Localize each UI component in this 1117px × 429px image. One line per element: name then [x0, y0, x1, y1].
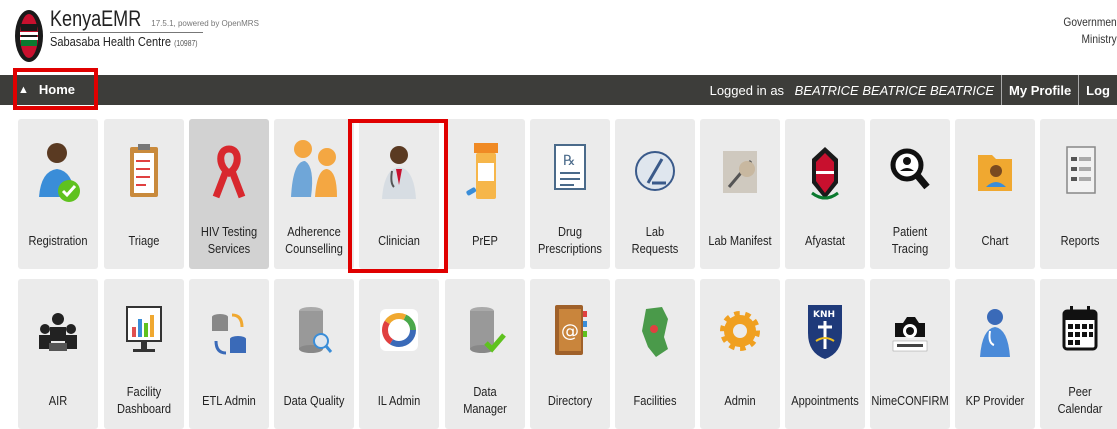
version-text: 17.5.1, powered by OpenMRS: [151, 19, 259, 28]
app-label: KP Provider: [965, 392, 1025, 408]
header: KenyaEMR 17.5.1, powered by OpenMRS Sabas…: [0, 0, 1117, 75]
app-label: ETL Admin: [202, 392, 256, 408]
app-tile-chart[interactable]: Chart: [955, 119, 1035, 269]
app-tile-lab-requests[interactable]: Lab Requests: [615, 119, 695, 269]
app-label: Facility Dashboard: [116, 384, 172, 416]
app-tile-data-quality[interactable]: Data Quality: [274, 279, 354, 429]
app-tile-appointments[interactable]: KNH Appointments: [785, 279, 865, 429]
database-check-icon: [462, 297, 508, 371]
app-tile-admin[interactable]: Admin: [700, 279, 780, 429]
calendar-icon: [1057, 297, 1103, 371]
app-label: Adherence Counselling: [285, 224, 343, 256]
app-label: PrEP: [472, 232, 498, 248]
kenya-shield-logo-icon[interactable]: [14, 8, 44, 64]
report-icon: [1057, 137, 1103, 211]
app-tile-facility-dashboard[interactable]: Facility Dashboard: [104, 279, 184, 429]
app-label: Triage: [128, 232, 160, 248]
highlight-box-home: [13, 68, 98, 110]
app-label: Admin: [724, 392, 756, 408]
app-label: Peer Calendar: [1057, 384, 1103, 416]
app-tile-directory[interactable]: @ Directory: [530, 279, 610, 429]
shield-icon: [802, 137, 848, 211]
clipboard-icon: [121, 137, 167, 211]
provider-icon: [972, 297, 1018, 371]
facility-code: (10987): [174, 39, 198, 48]
app-label: Lab Requests: [631, 224, 679, 256]
camera-icon: [887, 297, 933, 371]
app-label: Drug Prescriptions: [538, 224, 602, 256]
app-label: Patient Tracing: [891, 224, 929, 256]
top-navbar: ▲ Home Logged in as BEATRICE BEATRICE BE…: [0, 75, 1117, 105]
app-tile-afyastat[interactable]: Afyastat: [785, 119, 865, 269]
app-tile-hiv-testing-services[interactable]: HIV Testing Services: [189, 119, 269, 269]
gear-icon: [717, 297, 763, 371]
il-icon: [376, 297, 422, 371]
app-label: Data Manager: [463, 384, 507, 416]
app-tile-triage[interactable]: Triage: [104, 119, 184, 269]
ribbon-icon: [206, 137, 252, 211]
svg-text:@: @: [561, 321, 579, 342]
map-icon: [632, 297, 678, 371]
app-tile-reports[interactable]: Reports: [1040, 119, 1117, 269]
app-label: Afyastat: [805, 232, 845, 248]
folder-icon: [972, 137, 1018, 211]
app-label: Registration: [28, 232, 88, 248]
app-label: Appointments: [791, 392, 859, 408]
app-label: Reports: [1060, 232, 1100, 248]
app-label: Data Quality: [283, 392, 345, 408]
app-tile-prep[interactable]: PrEP: [445, 119, 525, 269]
app-tile-il-admin[interactable]: IL Admin: [359, 279, 439, 429]
app-tile-adherence-counselling[interactable]: Adherence Counselling: [274, 119, 354, 269]
app-label: Directory: [547, 392, 593, 408]
app-tile-kp-provider[interactable]: KP Provider: [955, 279, 1035, 429]
etl-icon: [206, 297, 252, 371]
svg-text:KNH: KNH: [813, 310, 835, 320]
app-tile-peer-calendar[interactable]: Peer Calendar: [1040, 279, 1117, 429]
government-text: Governmen Ministry: [1063, 15, 1117, 46]
app-label: Lab Manifest: [708, 232, 772, 248]
microscope-icon: [632, 137, 678, 211]
pill-bottle-icon: [462, 137, 508, 211]
brand-name: KenyaEMR: [50, 6, 142, 31]
app-label: IL Admin: [377, 392, 421, 408]
dashboard-icon: [121, 297, 167, 371]
my-profile-link[interactable]: My Profile: [1002, 83, 1078, 98]
app-label: HIV Testing Services: [200, 224, 258, 256]
svg-text:℞: ℞: [563, 153, 576, 169]
app-tile-etl-admin[interactable]: ETL Admin: [189, 279, 269, 429]
brand: KenyaEMR 17.5.1, powered by OpenMRS Sabas…: [50, 8, 259, 49]
highlight-box-clinician: [348, 119, 448, 273]
knh-crest-icon: KNH: [802, 297, 848, 371]
logged-in-text: Logged in as BEATRICE BEATRICE BEATRICE: [709, 82, 995, 98]
app-tile-registration[interactable]: Registration: [18, 119, 98, 269]
registration-icon: [35, 137, 81, 211]
database-search-icon: [291, 297, 337, 371]
tracing-icon: [887, 137, 933, 211]
app-label: AIR: [48, 392, 68, 408]
app-label: Chart: [981, 232, 1009, 248]
app-tile-air[interactable]: AIR: [18, 279, 98, 429]
prescription-icon: ℞: [547, 137, 593, 211]
manifest-icon: [717, 137, 763, 211]
app-tile-lab-manifest[interactable]: Lab Manifest: [700, 119, 780, 269]
app-label: Facilities: [633, 392, 677, 408]
address-book-icon: @: [547, 297, 593, 371]
app-tile-patient-tracing[interactable]: Patient Tracing: [870, 119, 950, 269]
app-tile-facilities[interactable]: Facilities: [615, 279, 695, 429]
facility-name: Sabasaba Health Centre (10987): [50, 32, 203, 49]
app-label: NimeCONFIRM: [871, 392, 949, 408]
app-tile-drug-prescriptions[interactable]: ℞ Drug Prescriptions: [530, 119, 610, 269]
counselling-icon: [291, 137, 337, 211]
app-tile-nimeconfirm[interactable]: NimeCONFIRM: [870, 279, 950, 429]
app-tile-data-manager[interactable]: Data Manager: [445, 279, 525, 429]
meeting-icon: [35, 297, 81, 371]
logout-link[interactable]: Log: [1079, 83, 1117, 98]
